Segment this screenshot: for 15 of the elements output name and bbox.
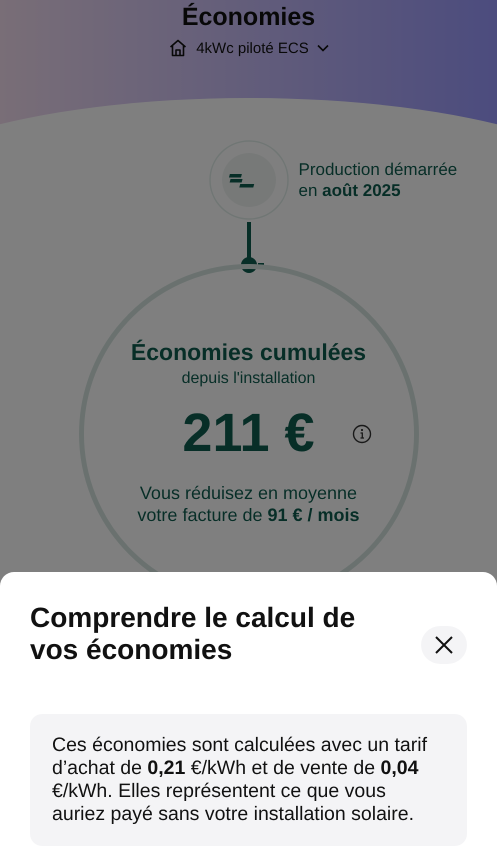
savings-amount: 211 € (182, 403, 315, 463)
sheet-title: Comprendre le calcul de vos économies (30, 602, 356, 666)
explanation-text: Ces économies sont calculées avec un tarif d’achat de 0,21 €/kWh et de vente de 0,04 €/kWh. Elles représentent ce que vous auriez payé sans votre installation solaire. (52, 734, 428, 826)
savings-subtitle: depuis l'installation (182, 370, 316, 388)
production-start-text: Production démarrée en août 2025 (298, 159, 458, 201)
close-button[interactable] (421, 626, 467, 664)
savings-title: Économies cumulées (130, 339, 366, 366)
site-selector[interactable]: 4kWc piloté ECS (164, 34, 333, 62)
close-icon (434, 635, 454, 655)
home-icon (168, 38, 188, 58)
page-title: Économies (182, 3, 316, 32)
info-icon[interactable] (352, 424, 372, 444)
chevron-down-icon (316, 44, 329, 52)
monthly-savings-text: Vous réduisez en moyenne votre facture de 91 € / mois (136, 482, 361, 526)
solar-logo-icon (208, 140, 288, 220)
